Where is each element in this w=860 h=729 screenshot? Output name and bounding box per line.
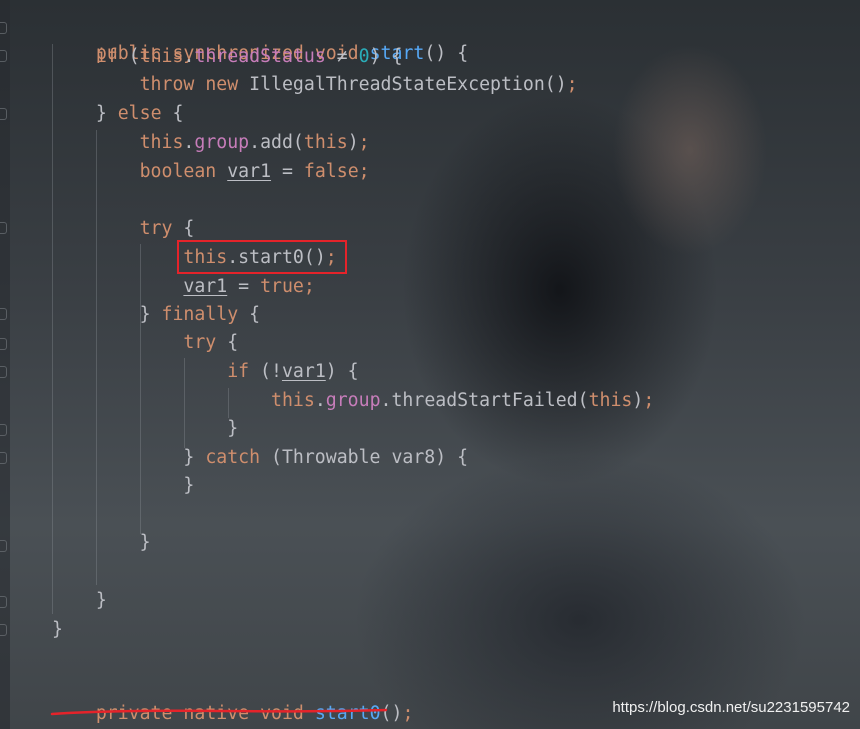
code-line-close-else[interactable]: } bbox=[52, 588, 107, 614]
code-punctuation: ) bbox=[347, 132, 359, 153]
code-line-catch[interactable]: } catch (Throwable var8) { bbox=[52, 445, 468, 471]
fold-marker-icon[interactable] bbox=[0, 596, 7, 608]
fold-marker-icon[interactable] bbox=[0, 338, 7, 350]
operator-assign: = bbox=[271, 161, 304, 182]
semicolon: ; bbox=[566, 74, 578, 95]
fold-marker-icon[interactable] bbox=[0, 308, 7, 320]
code-line-start-signature[interactable]: public synchronized void start() { bbox=[52, 15, 468, 64]
keyword-this: this bbox=[271, 390, 315, 411]
semicolon: ; bbox=[303, 276, 315, 297]
fold-marker-icon[interactable] bbox=[0, 22, 7, 34]
code-punctuation: ) { bbox=[325, 361, 359, 382]
code-punctuation: { bbox=[216, 332, 239, 353]
fold-marker-icon[interactable] bbox=[0, 540, 7, 552]
variable-var1: var1 bbox=[227, 161, 272, 182]
code-line-var1-true[interactable]: var1 = true; bbox=[52, 274, 315, 300]
fold-marker-icon[interactable] bbox=[0, 108, 7, 120]
code-line-close-finally[interactable]: } bbox=[52, 530, 151, 556]
editor-gutter bbox=[0, 0, 10, 729]
keyword-finally: finally bbox=[161, 304, 239, 325]
keyword-boolean: boolean bbox=[139, 161, 217, 182]
code-punctuation: ) bbox=[632, 390, 644, 411]
number-literal: 0 bbox=[358, 46, 370, 67]
fold-marker-icon[interactable] bbox=[0, 222, 7, 234]
keyword-try: try bbox=[139, 218, 173, 239]
fold-marker-icon[interactable] bbox=[0, 424, 7, 436]
keyword-this: this bbox=[303, 132, 348, 153]
code-line-if-not-var1[interactable]: if (!var1) { bbox=[52, 359, 359, 385]
code-punctuation: } bbox=[95, 103, 107, 124]
keyword-new: new bbox=[205, 74, 239, 95]
code-punctuation: { bbox=[161, 103, 184, 124]
fold-marker-icon[interactable] bbox=[0, 624, 7, 636]
closing-brace: } bbox=[183, 475, 195, 496]
code-line-thread-start-failed[interactable]: this.group.threadStartFailed(this); bbox=[52, 388, 654, 414]
semicolon: ; bbox=[358, 132, 370, 153]
code-line-throw[interactable]: throw new IllegalThreadStateException(); bbox=[52, 72, 578, 98]
fold-marker-icon[interactable] bbox=[0, 452, 7, 464]
code-punctuation: } bbox=[183, 447, 195, 468]
variable-var1: var1 bbox=[183, 276, 228, 297]
fold-marker-icon[interactable] bbox=[0, 50, 7, 62]
keyword-if: if bbox=[95, 46, 118, 67]
field-group: group bbox=[325, 390, 381, 411]
keyword-if: if bbox=[227, 361, 250, 382]
closing-brace: } bbox=[52, 619, 63, 640]
operator-assign: = bbox=[227, 276, 261, 297]
code-line-if-threadstatus[interactable]: if (this.threadStatus ≠ 0) { bbox=[52, 44, 403, 70]
closing-brace: } bbox=[95, 590, 107, 611]
code-line-finally[interactable]: } finally { bbox=[52, 302, 260, 328]
indent-guide bbox=[96, 130, 97, 585]
keyword-throw: throw bbox=[139, 74, 195, 95]
closing-brace: } bbox=[139, 532, 151, 553]
method-call-threadstartfailed: .threadStartFailed( bbox=[380, 390, 589, 411]
code-line-native-start0[interactable]: private native void start0(); bbox=[52, 675, 414, 724]
semicolon: ; bbox=[643, 390, 655, 411]
code-editor[interactable]: public synchronized void start() { if (t… bbox=[0, 0, 860, 729]
code-line-close-if[interactable]: } bbox=[52, 416, 238, 442]
operator-not-equal: ≠ bbox=[325, 46, 359, 67]
code-punctuation: { bbox=[172, 218, 195, 239]
code-line-else[interactable]: } else { bbox=[52, 101, 184, 127]
fold-marker-icon[interactable] bbox=[0, 366, 7, 378]
keyword-try: try bbox=[183, 332, 217, 353]
keyword-this: this bbox=[139, 132, 184, 153]
code-punctuation: ) { bbox=[369, 46, 403, 67]
method-call-add: .add( bbox=[249, 132, 304, 153]
code-punctuation: { bbox=[238, 304, 261, 325]
code-punctuation: . bbox=[183, 46, 195, 67]
semicolon: ; bbox=[402, 703, 414, 724]
code-punctuation: () { bbox=[424, 43, 469, 64]
code-punctuation: . bbox=[183, 132, 195, 153]
code-line-boolean-var1[interactable]: boolean var1 = false; bbox=[52, 159, 370, 185]
keyword-true: true bbox=[260, 276, 304, 297]
code-line-try[interactable]: try { bbox=[52, 216, 195, 242]
keyword-catch: catch bbox=[205, 447, 261, 468]
catch-parameter: (Throwable var8) { bbox=[260, 447, 469, 468]
code-line-group-add[interactable]: this.group.add(this); bbox=[52, 130, 370, 156]
code-punctuation: ( bbox=[117, 46, 140, 67]
keyword-else: else bbox=[117, 103, 162, 124]
field-group: group bbox=[194, 132, 250, 153]
variable-var1: var1 bbox=[281, 361, 326, 382]
keyword-this: this bbox=[139, 46, 184, 67]
code-punctuation: (! bbox=[249, 361, 282, 382]
code-punctuation: } bbox=[139, 304, 151, 325]
red-highlight-box bbox=[177, 240, 347, 274]
closing-brace: } bbox=[227, 418, 239, 439]
code-line-try-inner[interactable]: try { bbox=[52, 330, 238, 356]
field-threadstatus: threadStatus bbox=[194, 46, 326, 67]
code-line-close-catch[interactable]: } bbox=[52, 473, 194, 499]
code-line-close-method[interactable]: } bbox=[52, 617, 63, 643]
watermark-url: https://blog.csdn.net/su2231595742 bbox=[612, 699, 850, 716]
red-underline-annotation bbox=[50, 708, 388, 716]
semicolon: ; bbox=[358, 161, 370, 182]
keyword-this: this bbox=[588, 390, 633, 411]
exception-constructor: IllegalThreadStateException() bbox=[249, 74, 567, 95]
code-punctuation: . bbox=[314, 390, 326, 411]
keyword-false: false bbox=[303, 161, 359, 182]
